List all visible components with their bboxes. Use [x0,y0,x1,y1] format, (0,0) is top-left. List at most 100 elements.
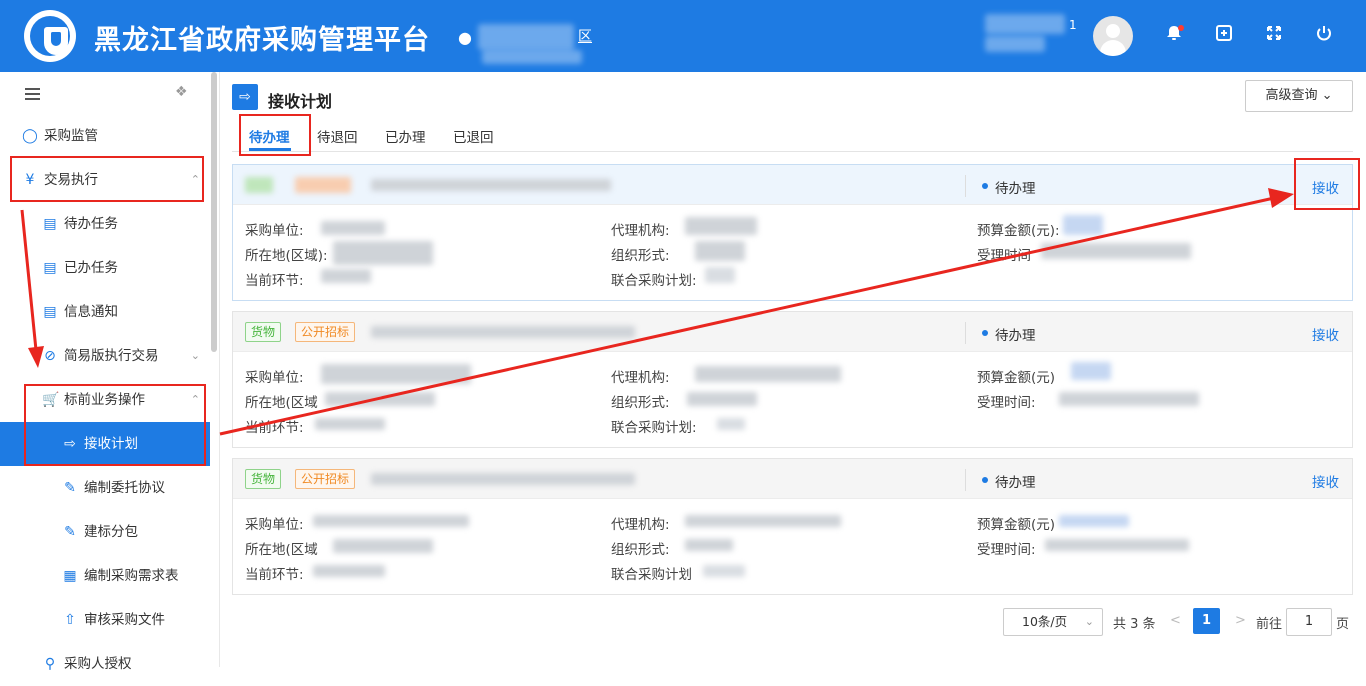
app-title: 黑龙江省政府采购管理平台 [94,25,430,56]
accept-button[interactable]: 接收 [1312,324,1339,344]
plan-card: 货物 公开招标 待办理 接收 采购单位: 所在地(区域 当前环节: 代理机构: … [232,458,1353,595]
bell-icon[interactable] [1163,24,1185,46]
project-name-redacted [371,179,611,191]
card-header: 货物 公开招标 待办理 接收 [233,459,1352,499]
chevron-down-icon: ⌄ [1084,615,1094,628]
tab-handled[interactable]: 已办理 [385,126,426,146]
window-icon[interactable] [1213,24,1235,46]
agency-value [685,217,757,235]
goto-page-input[interactable]: 1 [1286,608,1332,636]
sidebar-toolbar: ❖ [0,72,210,116]
annotation-box-accept [1294,158,1360,210]
accept-button[interactable]: 接收 [1312,471,1339,491]
status-label: 待办理 [982,471,1036,491]
org-form-value [685,539,733,551]
upload-doc-icon: ⇧ [64,612,76,628]
pin-icon[interactable]: ❖ [175,84,188,100]
prev-page-button[interactable]: < [1170,613,1181,628]
calendar-doc-icon: ▦ [63,568,77,584]
region-label: 所在地(区域 [245,395,318,411]
username-redacted [985,14,1065,34]
card-header: 待办理 接收 [233,165,1352,205]
joint-plan-value [705,267,735,283]
shield-check-icon: ◯ [22,128,38,144]
advanced-search-button[interactable]: 高级查询 ⌄ [1245,80,1353,112]
location-redacted [478,24,574,50]
sidebar-item-requirement-sheet[interactable]: ▦ 编制采购需求表 [0,554,210,598]
sidebar-item-procurement-supervision[interactable]: ◯ 采购监管 [0,114,210,158]
location-redacted-2 [482,50,582,64]
org-form-label: 组织形式: [611,248,670,264]
category-tag: 货物 [245,322,282,342]
task-doc-icon: ▤ [43,260,57,276]
region-value [325,392,435,406]
menu-icon[interactable] [25,88,40,90]
joint-plan-value [717,418,745,430]
stage-value [315,418,385,430]
agency-value [695,366,841,382]
advanced-search-label: 高级查询 [1265,88,1318,103]
double-chevron-down-icon: ⌄ [1321,88,1333,103]
page-size-select[interactable]: 10条/页 ⌄ [1003,608,1103,636]
tab-to-return[interactable]: 待退回 [317,126,358,146]
sidebar-item-purchaser-authorization[interactable]: ⚲ 采购人授权 [0,642,210,686]
page-title: 接收计划 [268,92,333,111]
purchaser-value [321,221,385,235]
org-form-label: 组织形式: [611,395,670,411]
sidebar-item-notifications[interactable]: ▤ 信息通知 [0,290,210,334]
accept-time-value [1059,392,1199,406]
region-label: 所在地(区域): [245,248,328,264]
joint-plan-value [703,565,745,577]
avatar[interactable] [1093,16,1133,56]
budget-label: 预算金额(元) [977,517,1056,533]
status-label: 待办理 [982,324,1036,344]
main-content: ⇨ 接收计划 高级查询 ⌄ 待办理 待退回 已办理 已退回 待办理 接收 采购单… [220,72,1366,667]
map-pin-icon: ● [458,28,472,47]
next-page-button[interactable]: > [1235,613,1246,628]
stage-value [313,565,385,577]
region-value [333,539,433,553]
sidebar-item-done-tasks[interactable]: ▤ 已办任务 [0,246,210,290]
org-form-value [695,241,745,261]
stage-label: 当前环节: [245,420,304,436]
platform-logo [24,10,76,62]
purchaser-value [321,364,471,384]
region-label: 所在地(区域 [245,542,318,558]
budget-label: 预算金额(元): [977,223,1060,239]
stage-value [321,269,371,283]
circle-slash-icon: ⊘ [44,348,56,364]
total-count: 共 3 条 [1113,617,1156,632]
sidebar-item-entrust-agreement[interactable]: ✎ 编制委托协议 [0,466,210,510]
sidebar-item-lot-setup[interactable]: ✎ 建标分包 [0,510,210,554]
sidebar-item-review-documents[interactable]: ⇧ 审核采购文件 [0,598,210,642]
org-form-label: 组织形式: [611,542,670,558]
header-divider [965,469,966,491]
sidebar-item-simple-execution[interactable]: ⊘ 简易版执行交易 ⌄ [0,334,210,378]
category-tag: 货物 [245,469,282,489]
sidebar-item-pending-tasks[interactable]: ▤ 待办任务 [0,202,210,246]
budget-value [1071,362,1111,380]
project-name-redacted [371,326,635,338]
edit-doc-icon: ✎ [64,524,76,540]
agency-label: 代理机构: [611,517,670,533]
agency-label: 代理机构: [611,370,670,386]
stage-label: 当前环节: [245,567,304,583]
location-link[interactable]: 区 [578,26,592,46]
annotation-box-tab [239,114,311,156]
power-icon[interactable] [1313,24,1335,46]
purchaser-label: 采购单位: [245,370,304,386]
tab-returned[interactable]: 已退回 [453,126,494,146]
plan-card: 货物 公开招标 待办理 接收 采购单位: 所在地(区域 当前环节: 代理机构: … [232,311,1353,448]
fullscreen-icon[interactable] [1263,24,1285,46]
purchaser-label: 采购单位: [245,517,304,533]
region-value [333,241,433,265]
card-header: 货物 公开招标 待办理 接收 [233,312,1352,352]
page-suffix: 页 [1336,617,1350,632]
page-number-current[interactable]: 1 [1193,608,1220,634]
status-tabs: 待办理 待退回 已办理 已退回 [232,124,1353,152]
search-doc-icon: ⚲ [44,656,56,672]
budget-value [1059,515,1129,527]
goto-label: 前往 [1256,617,1283,632]
chevron-down-icon: ⌄ [190,349,200,362]
sidebar-scrollbar[interactable] [211,72,217,352]
